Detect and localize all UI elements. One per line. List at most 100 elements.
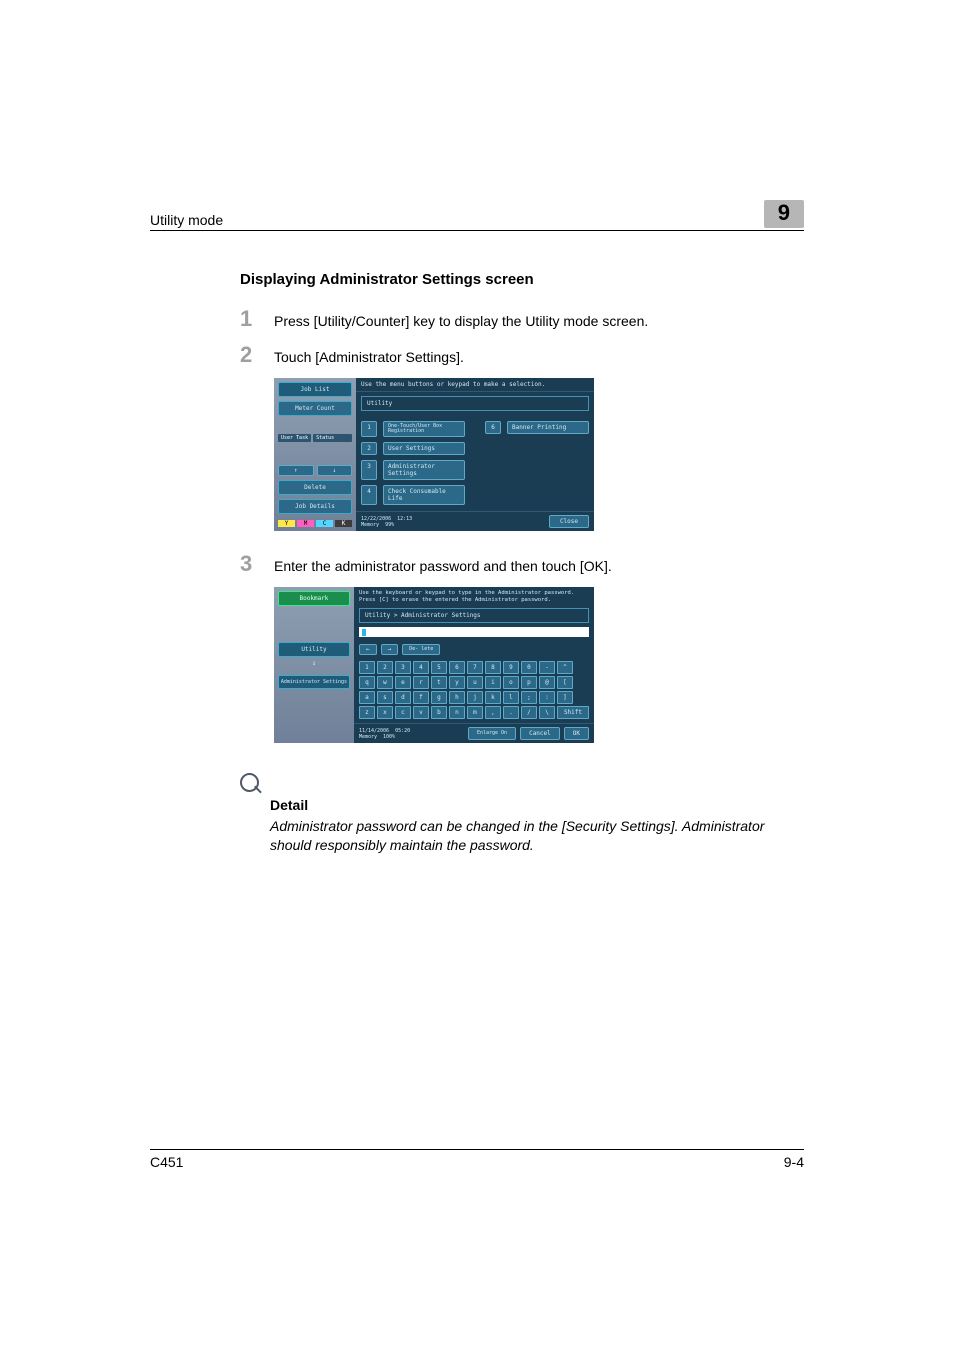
key-f[interactable]: f xyxy=(413,691,429,704)
key-:[interactable]: : xyxy=(539,691,555,704)
onscreen-keyboard: 1234567890-^ qwertyuiop@[ asdfghjkl;:] z… xyxy=(359,661,589,721)
delete-button[interactable]: Delete xyxy=(278,480,352,495)
ok-button[interactable]: OK xyxy=(564,727,589,740)
instruction-text: Use the menu buttons or keypad to make a… xyxy=(356,378,594,392)
magnifier-icon xyxy=(240,773,262,795)
footer-datetime: 12/22/2006 12:13 Memory 99% xyxy=(361,516,412,528)
key-^[interactable]: ^ xyxy=(557,661,573,674)
key-h[interactable]: h xyxy=(449,691,465,704)
key-k[interactable]: k xyxy=(485,691,501,704)
key-;[interactable]: ; xyxy=(521,691,537,704)
cursor-left-button[interactable]: ← xyxy=(359,644,377,655)
detail-note: Detail Administrator password can be cha… xyxy=(240,773,804,855)
key-p[interactable]: p xyxy=(521,676,537,689)
password-input[interactable] xyxy=(359,627,589,637)
key-9[interactable]: 9 xyxy=(503,661,519,674)
bookmark-button[interactable]: Bookmark xyxy=(278,591,350,606)
job-list-tab[interactable]: Job List xyxy=(278,382,352,397)
key-.[interactable]: . xyxy=(503,706,519,719)
key-t[interactable]: t xyxy=(431,676,447,689)
utility-title-bar: Utility xyxy=(361,396,589,411)
key-q[interactable]: q xyxy=(359,676,375,689)
step-1: 1 Press [Utility/Counter] key to display… xyxy=(240,306,804,332)
breadcrumb-bar: Utility > Administrator Settings xyxy=(359,608,589,623)
key-l[interactable]: l xyxy=(503,691,519,704)
key-5[interactable]: 5 xyxy=(431,661,447,674)
status-indicator: User Task Status xyxy=(278,434,352,442)
scroll-down-button[interactable]: ↓ xyxy=(317,465,353,476)
delete-char-button[interactable]: De- lete xyxy=(402,644,440,655)
cursor-right-button[interactable]: → xyxy=(381,644,399,655)
menu-one-touch[interactable]: One-Touch/User Box Registration xyxy=(383,421,465,437)
step-3: 3 Enter the administrator password and t… xyxy=(240,551,804,577)
step-2: 2 Touch [Administrator Settings]. xyxy=(240,342,804,368)
key-a[interactable]: a xyxy=(359,691,375,704)
scroll-up-button[interactable]: ↑ xyxy=(278,465,314,476)
footer-page-number: 9-4 xyxy=(784,1154,804,1170)
crumb-utility[interactable]: Utility xyxy=(278,642,350,657)
menu-num-2[interactable]: 2 xyxy=(361,442,377,455)
key-1[interactable]: 1 xyxy=(359,661,375,674)
key-/[interactable]: / xyxy=(521,706,537,719)
detail-text: Administrator password can be changed in… xyxy=(270,817,804,855)
key-2[interactable]: 2 xyxy=(377,661,393,674)
key-z[interactable]: z xyxy=(359,706,375,719)
key-6[interactable]: 6 xyxy=(449,661,465,674)
key-[[interactable]: [ xyxy=(557,676,573,689)
key-i[interactable]: i xyxy=(485,676,501,689)
step-text: Enter the administrator password and the… xyxy=(274,554,612,574)
menu-admin-settings[interactable]: Administrator Settings xyxy=(383,460,465,480)
key-w[interactable]: w xyxy=(377,676,393,689)
meter-count-tab[interactable]: Meter Count xyxy=(278,401,352,416)
crumb-admin-settings[interactable]: Administrator Settings xyxy=(278,675,350,689)
job-details-button[interactable]: Job Details xyxy=(278,499,352,514)
menu-num-6[interactable]: 6 xyxy=(485,421,501,434)
footer-model: C451 xyxy=(150,1154,183,1170)
key-][interactable]: ] xyxy=(557,691,573,704)
text-cursor xyxy=(362,629,366,636)
key-x[interactable]: x xyxy=(377,706,393,719)
shift-key[interactable]: Shift xyxy=(557,706,589,719)
key-0[interactable]: 0 xyxy=(521,661,537,674)
key-8[interactable]: 8 xyxy=(485,661,501,674)
key-g[interactable]: g xyxy=(431,691,447,704)
key-s[interactable]: s xyxy=(377,691,393,704)
key-7[interactable]: 7 xyxy=(467,661,483,674)
running-header-title: Utility mode xyxy=(150,212,223,228)
key-\[interactable]: \ xyxy=(539,706,555,719)
enlarge-button[interactable]: Enlarge On xyxy=(468,727,516,740)
key-o[interactable]: o xyxy=(503,676,519,689)
close-button[interactable]: Close xyxy=(549,515,589,528)
menu-num-3[interactable]: 3 xyxy=(361,460,377,480)
key-n[interactable]: n xyxy=(449,706,465,719)
cancel-button[interactable]: Cancel xyxy=(520,727,560,740)
key-4[interactable]: 4 xyxy=(413,661,429,674)
detail-heading: Detail xyxy=(270,797,804,813)
password-screen-figure: Bookmark Utility ↓ Administrator Setting… xyxy=(274,587,804,743)
key-b[interactable]: b xyxy=(431,706,447,719)
step-text: Touch [Administrator Settings]. xyxy=(274,345,464,365)
key-j[interactable]: j xyxy=(467,691,483,704)
key-r[interactable]: r xyxy=(413,676,429,689)
menu-num-1[interactable]: 1 xyxy=(361,421,377,437)
menu-banner-printing[interactable]: Banner Printing xyxy=(507,421,589,434)
key-m[interactable]: m xyxy=(467,706,483,719)
key-c[interactable]: c xyxy=(395,706,411,719)
step-number: 2 xyxy=(240,342,274,368)
section-heading: Displaying Administrator Settings screen xyxy=(240,271,804,288)
menu-num-4[interactable]: 4 xyxy=(361,485,377,505)
key-e[interactable]: e xyxy=(395,676,411,689)
instruction-text: Use the keyboard or keypad to type in th… xyxy=(354,587,594,606)
key-3[interactable]: 3 xyxy=(395,661,411,674)
step-text: Press [Utility/Counter] key to display t… xyxy=(274,309,648,329)
key-@[interactable]: @ xyxy=(539,676,555,689)
menu-user-settings[interactable]: User Settings xyxy=(383,442,465,455)
key-y[interactable]: y xyxy=(449,676,465,689)
key-v[interactable]: v xyxy=(413,706,429,719)
crumb-arrow-icon: ↓ xyxy=(278,659,350,667)
key--[interactable]: - xyxy=(539,661,555,674)
key-,[interactable]: , xyxy=(485,706,501,719)
key-u[interactable]: u xyxy=(467,676,483,689)
menu-consumable-life[interactable]: Check Consumable Life xyxy=(383,485,465,505)
key-d[interactable]: d xyxy=(395,691,411,704)
